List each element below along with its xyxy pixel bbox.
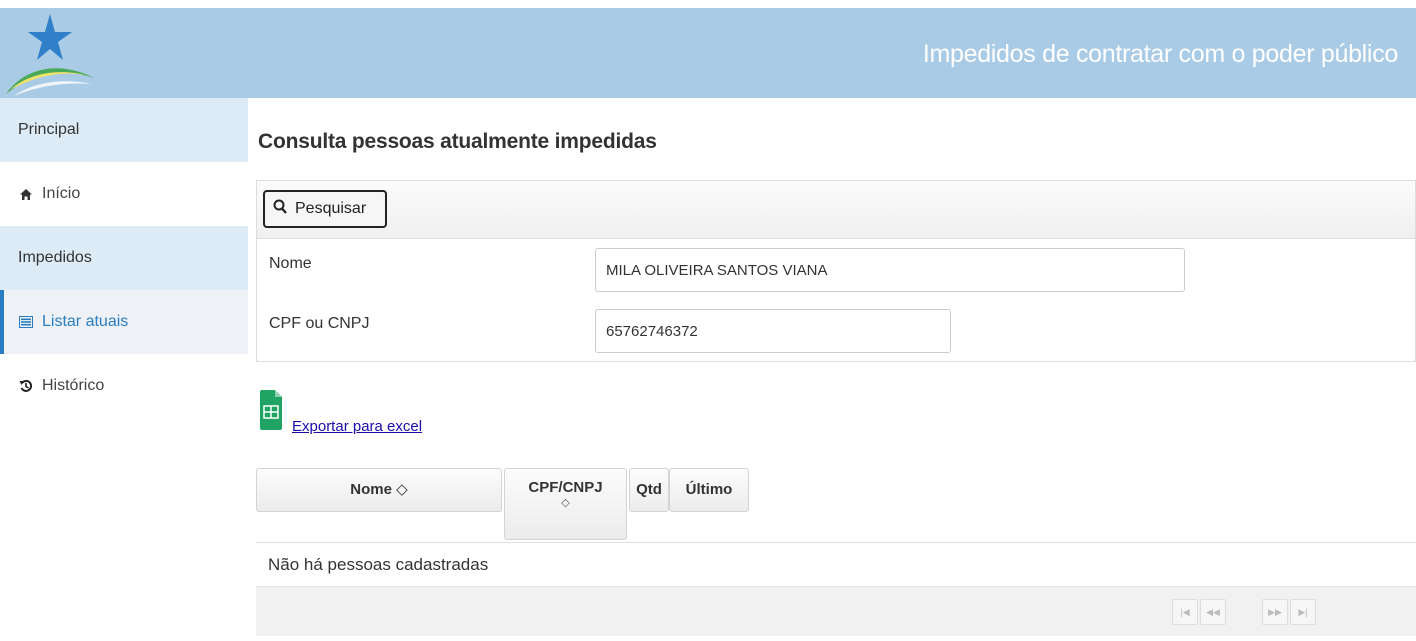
sidebar-item-label: Início [42, 185, 81, 202]
nome-label: Nome [269, 255, 312, 272]
app-header: Impedidos de contratar com o poder públi… [0, 8, 1416, 98]
column-header-cpf-cnpj[interactable]: CPF/CNPJ ◇ [504, 468, 627, 540]
home-icon [18, 186, 34, 202]
column-header-qtd[interactable]: Qtd [629, 468, 669, 512]
spreadsheet-icon [260, 390, 282, 430]
cpf-cnpj-label: CPF ou CNPJ [269, 315, 370, 332]
nome-field[interactable]: MILA OLIVEIRA SANTOS VIANA [595, 248, 1185, 292]
sidebar-item-inicio[interactable]: Início [0, 162, 248, 226]
sidebar-item-listar-atuais[interactable]: Listar atuais [0, 290, 248, 354]
page-title: Consulta pessoas atualmente impedidas [258, 130, 657, 153]
previous-page-button[interactable]: ◀◀ [1200, 599, 1226, 625]
column-header-label: CPF/CNPJ [528, 479, 603, 496]
search-toolbar: Pesquisar [256, 180, 1416, 238]
history-icon [18, 378, 34, 394]
star-swoosh-logo [6, 14, 94, 96]
sidebar-item-historico[interactable]: Histórico [0, 354, 248, 418]
sort-icon: ◇ [561, 497, 570, 509]
search-button-label: Pesquisar [295, 200, 367, 217]
sidebar-item-label: Listar atuais [42, 313, 129, 330]
next-page-button[interactable]: ▶▶ [1262, 599, 1288, 625]
sidebar-group-impedidos: Impedidos [0, 226, 248, 290]
app-title: Impedidos de contratar com o poder públi… [922, 40, 1398, 68]
sidebar-item-label: Histórico [42, 377, 105, 394]
column-header-ultimo[interactable]: Último [669, 468, 749, 512]
search-button[interactable]: Pesquisar [263, 190, 387, 228]
column-header-nome[interactable]: Nome ◇ [256, 468, 502, 512]
first-page-button[interactable]: |◀ [1172, 599, 1198, 625]
paginator: |◀ ◀◀ ▶▶ ▶| [256, 586, 1416, 636]
table-empty-message: Não há pessoas cadastradas [256, 542, 1416, 586]
search-form: Nome MILA OLIVEIRA SANTOS VIANA CPF ou C… [256, 238, 1416, 362]
search-icon [273, 199, 287, 219]
list-icon [18, 314, 34, 330]
sidebar-group-principal: Principal [0, 98, 248, 162]
sidebar: Principal Início Impedidos Listar atuais… [0, 98, 248, 418]
cpf-cnpj-field[interactable]: 65762746372 [595, 309, 951, 353]
export-excel-link[interactable]: Exportar para excel [292, 418, 422, 435]
last-page-button[interactable]: ▶| [1290, 599, 1316, 625]
